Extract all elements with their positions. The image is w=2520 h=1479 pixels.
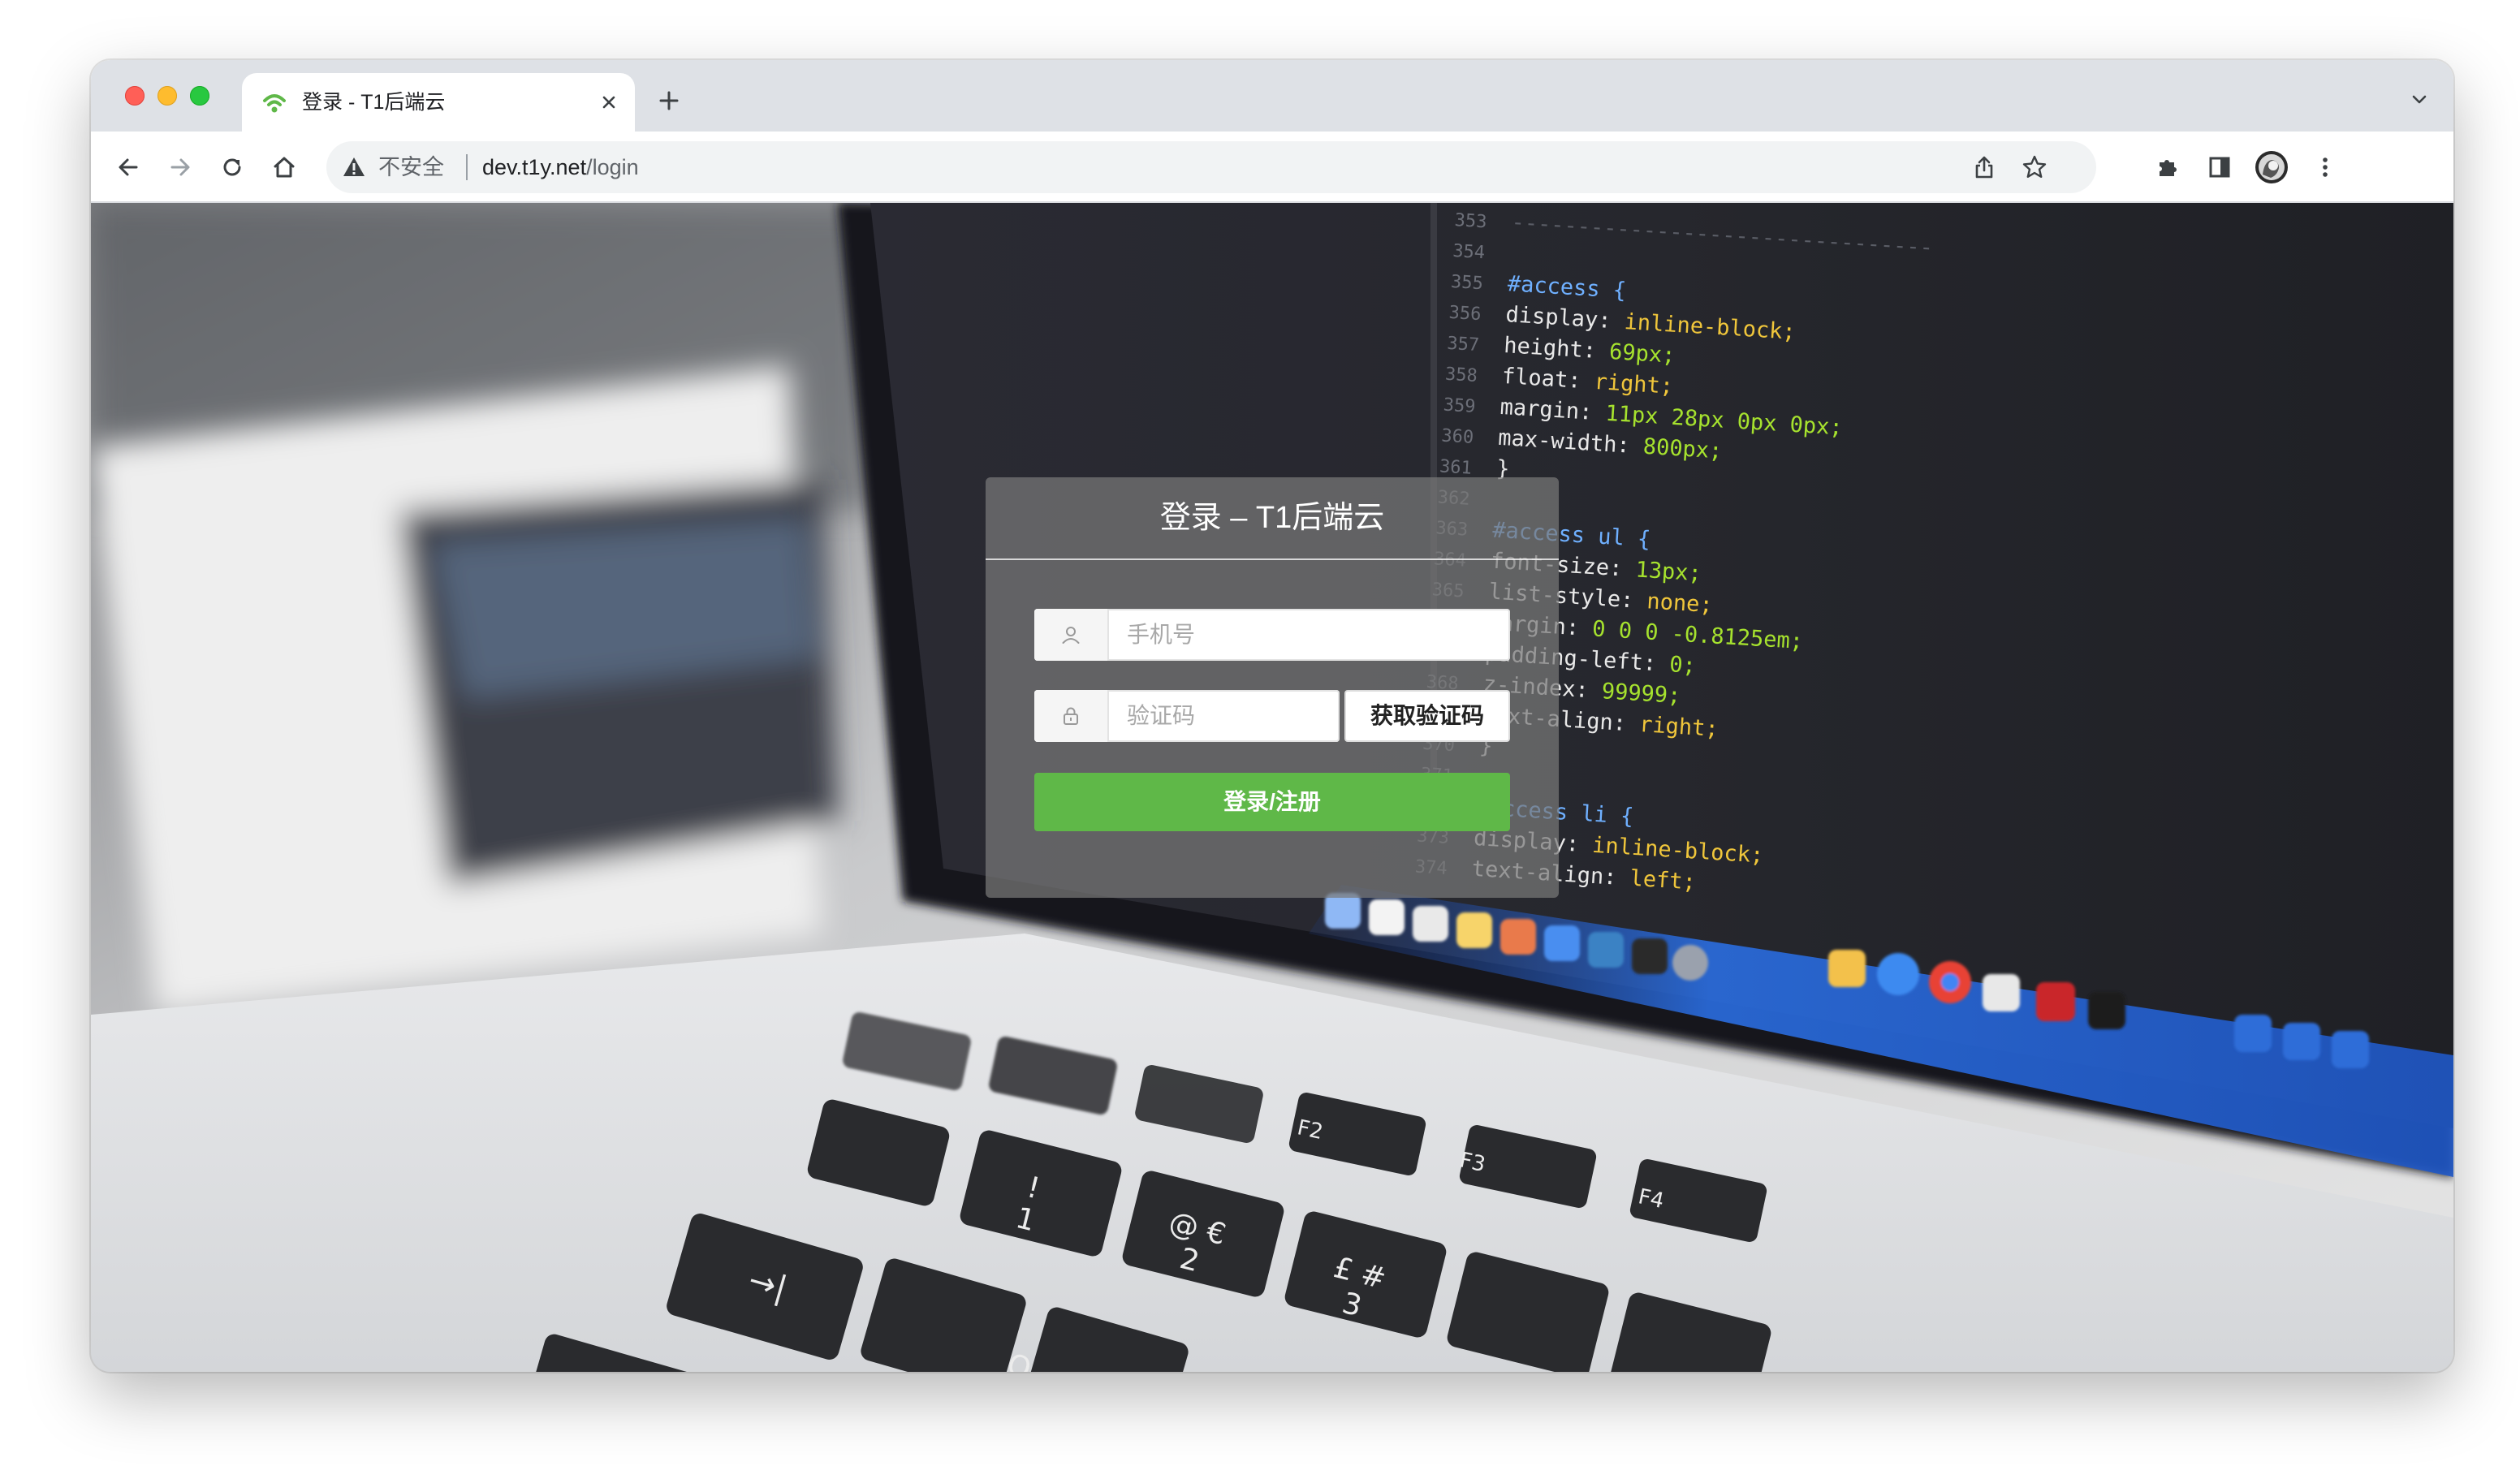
- url-host: dev.t1y.net: [482, 155, 587, 179]
- star-icon: [2022, 155, 2047, 178]
- tab-close-button[interactable]: [594, 88, 624, 117]
- plus-icon: [659, 91, 679, 110]
- url-path: /login: [586, 155, 639, 179]
- tab-search-button[interactable]: [2403, 83, 2436, 115]
- user-icon: [1062, 627, 1080, 644]
- chevron-down-icon: [2412, 95, 2427, 104]
- login-title: 登录 – T1后端云: [1159, 501, 1385, 535]
- address-divider: [466, 154, 468, 180]
- tab-active[interactable]: 登录 - T1后端云: [242, 73, 635, 132]
- code-addon: [1034, 690, 1109, 742]
- new-tab-button[interactable]: [651, 83, 687, 119]
- tab-title: 登录 - T1后端云: [302, 91, 446, 114]
- code-input[interactable]: [1109, 690, 1340, 742]
- code-line-number: 355: [1450, 272, 1483, 294]
- reload-icon: [223, 158, 241, 176]
- code-input-group: [1034, 690, 1340, 742]
- arrow-right-icon: [170, 158, 190, 176]
- browser-window: 登录 - T1后端云 不安全 dev.t1y.net/login 353 ---…: [91, 60, 2453, 1372]
- browser-menu-button[interactable]: [2306, 148, 2345, 187]
- key-legend: F3: [1457, 1148, 1487, 1177]
- address-bar[interactable]: 不安全 dev.t1y.net/login: [326, 141, 2096, 193]
- code-line-number: 359: [1443, 395, 1476, 417]
- arrow-left-icon: [119, 158, 138, 176]
- code-line-number: 360: [1441, 426, 1474, 448]
- reload-button[interactable]: [213, 148, 252, 187]
- security-label[interactable]: 不安全: [378, 154, 444, 180]
- code-line-number: 358: [1444, 364, 1478, 386]
- code-line-number: 354: [1452, 241, 1486, 263]
- extensions-button[interactable]: [2148, 148, 2187, 187]
- code-line-number: 353: [1454, 210, 1487, 232]
- get-code-button[interactable]: 获取验证码: [1344, 690, 1510, 742]
- phone-input-group: [1034, 609, 1510, 661]
- site-favicon-icon: [263, 94, 286, 113]
- login-divider: [986, 558, 1559, 560]
- profile-avatar: [2255, 151, 2288, 183]
- close-icon: [602, 96, 615, 109]
- window-maximize-button[interactable]: [190, 86, 209, 106]
- code-line-number: 356: [1448, 303, 1482, 325]
- window-close-button[interactable]: [125, 86, 145, 106]
- share-button[interactable]: [1968, 151, 2000, 183]
- tab-strip: 登录 - T1后端云: [91, 60, 2453, 132]
- extensions-icon: [2160, 160, 2177, 176]
- key-legend: F2: [1295, 1115, 1325, 1145]
- page-content: 353 -------------------------------- 354 35…: [91, 203, 2453, 1372]
- window-minimize-button[interactable]: [158, 86, 177, 106]
- phone-addon: [1034, 609, 1109, 661]
- home-icon: [274, 157, 295, 178]
- side-panel-button[interactable]: [2200, 148, 2239, 187]
- browser-toolbar: 不安全 dev.t1y.net/login: [91, 132, 2453, 203]
- login-register-button[interactable]: 登录/注册: [1034, 773, 1510, 831]
- home-button[interactable]: [265, 148, 304, 187]
- phone-input[interactable]: [1109, 609, 1510, 661]
- back-button[interactable]: [109, 148, 148, 187]
- lock-icon: [1064, 707, 1078, 725]
- profile-button[interactable]: [2252, 148, 2291, 187]
- code-line-number: 361: [1439, 456, 1472, 478]
- sidebar-icon: [2209, 157, 2230, 178]
- login-panel: 登录 – T1后端云 手机号 验证码 获取验证码 登录/注册: [986, 477, 1559, 898]
- warning-icon: [343, 157, 365, 176]
- url-text[interactable]: dev.t1y.net/login: [482, 154, 639, 180]
- forward-button[interactable]: [161, 148, 200, 187]
- code-line-number: 357: [1447, 334, 1480, 356]
- menu-icon: [2323, 157, 2328, 177]
- key-legend: F4: [1636, 1184, 1666, 1214]
- bookmark-button[interactable]: [2018, 151, 2051, 183]
- share-icon: [1975, 156, 1993, 179]
